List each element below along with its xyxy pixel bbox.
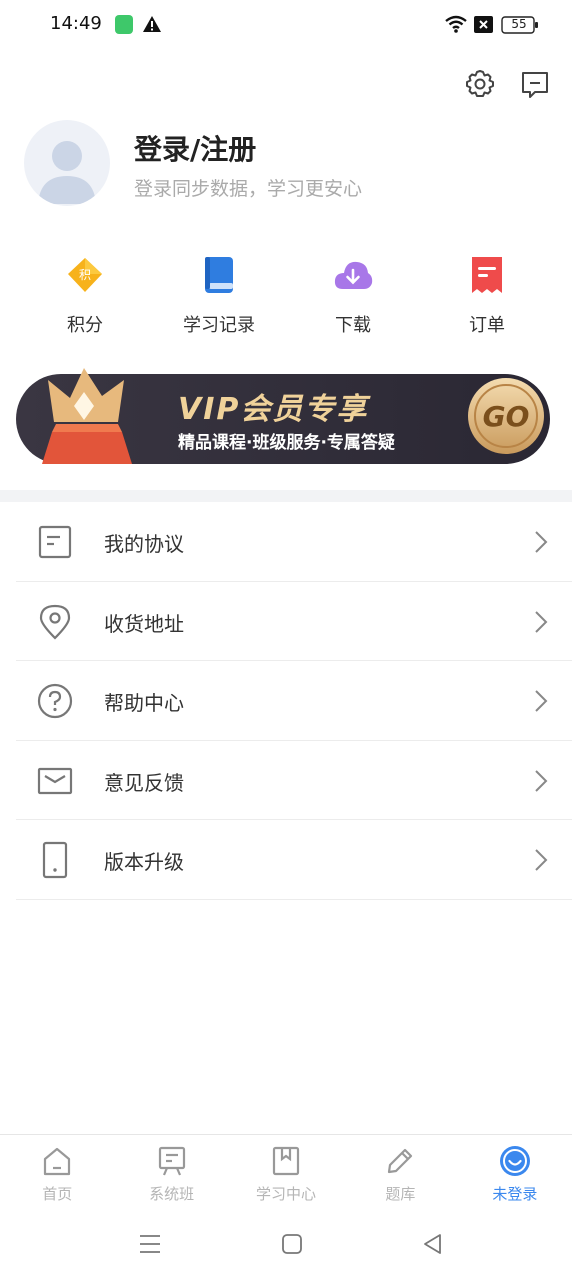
tab-label: 未登录: [492, 1185, 538, 1203]
avatar[interactable]: [24, 120, 110, 206]
menu-lines-icon[interactable]: [138, 1232, 162, 1256]
message-icon[interactable]: [519, 68, 551, 100]
quick-action-points[interactable]: 积 积分: [18, 255, 152, 345]
battery-level: 55: [511, 17, 527, 31]
app-notification-icon: [115, 15, 133, 34]
home-square-icon[interactable]: [280, 1232, 304, 1256]
download-cloud-icon: [334, 261, 373, 289]
tab-study-center[interactable]: 学习中心: [229, 1135, 343, 1213]
study-record-book-icon: [205, 257, 233, 293]
quick-action-label: 下载: [335, 315, 371, 336]
home-icon: [44, 1147, 71, 1176]
default-avatar-icon: [38, 141, 96, 204]
document-icon: [38, 525, 72, 559]
profile-header[interactable]: 登录/注册 登录同步数据，学习更安心: [24, 120, 554, 210]
help-circle-icon: [37, 683, 73, 719]
no-signal-icon: [474, 16, 493, 33]
menu-item-label: 帮助中心: [104, 691, 184, 715]
menu-item-label: 版本升级: [104, 850, 184, 874]
tab-question-bank[interactable]: 题库: [343, 1135, 457, 1213]
quick-action-label: 积分: [67, 315, 103, 336]
status-time: 14:49: [50, 13, 102, 34]
section-divider: [0, 490, 572, 502]
vip-subtitle: 精品课程·班级服务·专属答疑: [178, 433, 395, 453]
status-bar: 14:49 55: [0, 0, 572, 52]
envelope-icon: [37, 767, 73, 794]
bookmark-book-icon: [272, 1146, 300, 1176]
quick-action-orders[interactable]: 订单: [420, 255, 554, 345]
settings-menu: 我的协议 收货地址 帮助中心 意见反馈 版本升级: [16, 502, 572, 900]
vip-go-button[interactable]: GO: [478, 400, 534, 433]
order-receipt-icon: [472, 257, 502, 293]
tab-label: 首页: [42, 1185, 73, 1203]
tab-home[interactable]: 首页: [0, 1135, 114, 1213]
smile-face-icon: [499, 1146, 530, 1176]
tab-label: 系统班: [149, 1185, 195, 1203]
tab-system-class[interactable]: 系统班: [114, 1135, 228, 1213]
settings-gear-icon[interactable]: [464, 68, 496, 100]
bottom-tab-bar: 首页 系统班 学习中心 题库 未登录: [0, 1134, 572, 1212]
menu-item-label: 意见反馈: [104, 770, 184, 795]
chevron-right-icon: [535, 690, 548, 712]
menu-item-address[interactable]: 收货地址: [16, 582, 572, 661]
menu-item-feedback[interactable]: 意见反馈: [16, 741, 572, 820]
login-subtitle: 登录同步数据，学习更安心: [134, 178, 363, 200]
wifi-icon: [445, 15, 467, 33]
back-triangle-icon[interactable]: [421, 1232, 445, 1256]
vip-banner[interactable]: VIP会员专享 精品课程·班级服务·专属答疑 GO: [14, 366, 552, 466]
points-badge-text: 积: [79, 268, 91, 282]
chevron-right-icon: [535, 769, 548, 792]
chevron-right-icon: [535, 849, 548, 871]
menu-item-label: 我的协议: [104, 532, 184, 556]
pencil-icon: [388, 1148, 413, 1174]
warning-icon: [143, 16, 161, 32]
menu-item-agreement[interactable]: 我的协议: [16, 502, 572, 582]
menu-item-upgrade[interactable]: 版本升级: [16, 820, 572, 900]
phone-icon: [42, 841, 68, 879]
classroom-board-icon: [158, 1146, 185, 1176]
quick-action-label: 学习记录: [183, 315, 255, 336]
points-diamond-icon: 积: [68, 258, 102, 292]
tab-label: 题库: [385, 1185, 416, 1203]
quick-action-study-record[interactable]: 学习记录: [152, 255, 286, 345]
system-nav-bar: [0, 1214, 572, 1280]
login-register-link[interactable]: 登录/注册: [134, 128, 256, 168]
location-pin-icon: [39, 604, 71, 640]
vip-title: VIP会员专享: [178, 392, 369, 427]
chevron-right-icon: [535, 610, 548, 633]
chevron-right-icon: [535, 531, 548, 553]
quick-action-download[interactable]: 下载: [286, 255, 420, 345]
quick-actions: 积 积分 学习记录 下载 订单: [18, 255, 554, 345]
tab-label: 学习中心: [256, 1185, 317, 1203]
menu-item-label: 收货地址: [104, 611, 184, 636]
menu-item-help[interactable]: 帮助中心: [16, 661, 572, 741]
tab-profile[interactable]: 未登录: [458, 1135, 572, 1213]
quick-action-label: 订单: [469, 315, 505, 336]
